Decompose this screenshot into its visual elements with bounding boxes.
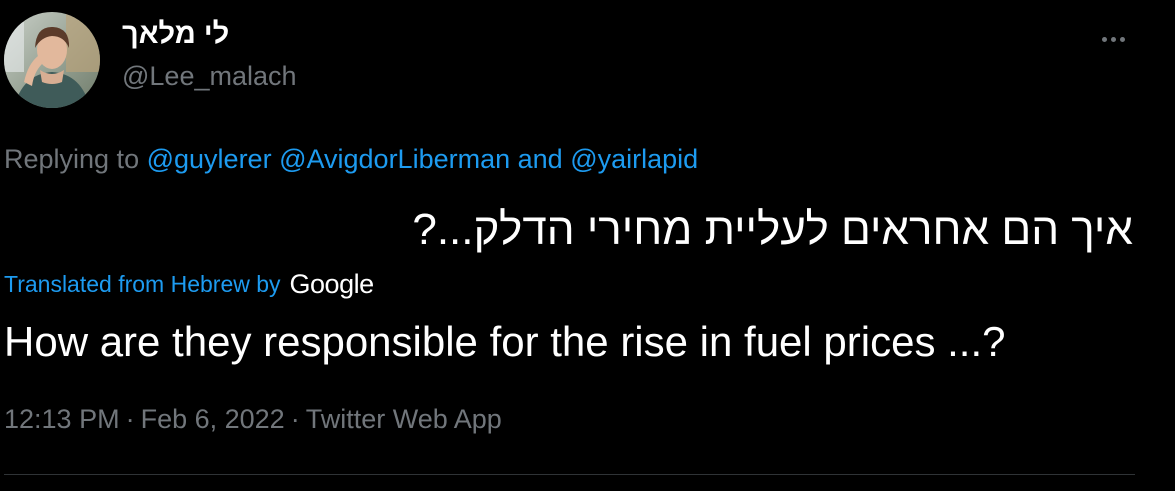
avatar-image [4, 12, 100, 108]
tweet-original-text: איך הם אחראים לעליית מחירי הדלק...? [412, 205, 1133, 254]
tweet-date-link[interactable]: Feb 6, 2022 [141, 404, 285, 434]
translated-by-label: Translated from Hebrew by [4, 271, 281, 297]
mention-link[interactable]: @guylerer [147, 144, 272, 174]
avatar[interactable] [4, 12, 100, 108]
author-display-name[interactable]: לי מלאך [122, 18, 229, 51]
replying-to: Replying to @guylerer @AvigdorLiberman a… [4, 144, 698, 175]
divider [4, 474, 1135, 475]
meta-separator: · [290, 404, 300, 434]
replying-to-label: Replying to [4, 144, 140, 174]
tweet-translated-text: How are they responsible for the rise in… [4, 318, 1006, 365]
mention-link[interactable]: @AvigdorLiberman [279, 144, 510, 174]
more-options-button[interactable] [1093, 24, 1133, 54]
tweet-metadata: 12:13 PM · Feb 6, 2022 · Twitter Web App [4, 404, 502, 435]
meta-separator: · [125, 404, 135, 434]
tweet-source-link[interactable]: Twitter Web App [306, 404, 502, 434]
more-horizontal-icon [1110, 36, 1116, 42]
author-handle[interactable]: @Lee_malach [122, 61, 297, 92]
tweet-time-link[interactable]: 12:13 PM [4, 404, 120, 434]
tweet: לי מלאך @Lee_malach Replying to @guylere… [0, 0, 1175, 491]
more-horizontal-icon [1119, 36, 1125, 42]
mention-link[interactable]: @yairlapid [570, 144, 698, 174]
translation-attribution: Translated from Hebrew by Google [4, 269, 374, 300]
more-horizontal-icon [1101, 36, 1107, 42]
google-logo: Google [289, 269, 375, 299]
replying-to-conjunction[interactable]: and [518, 144, 563, 174]
